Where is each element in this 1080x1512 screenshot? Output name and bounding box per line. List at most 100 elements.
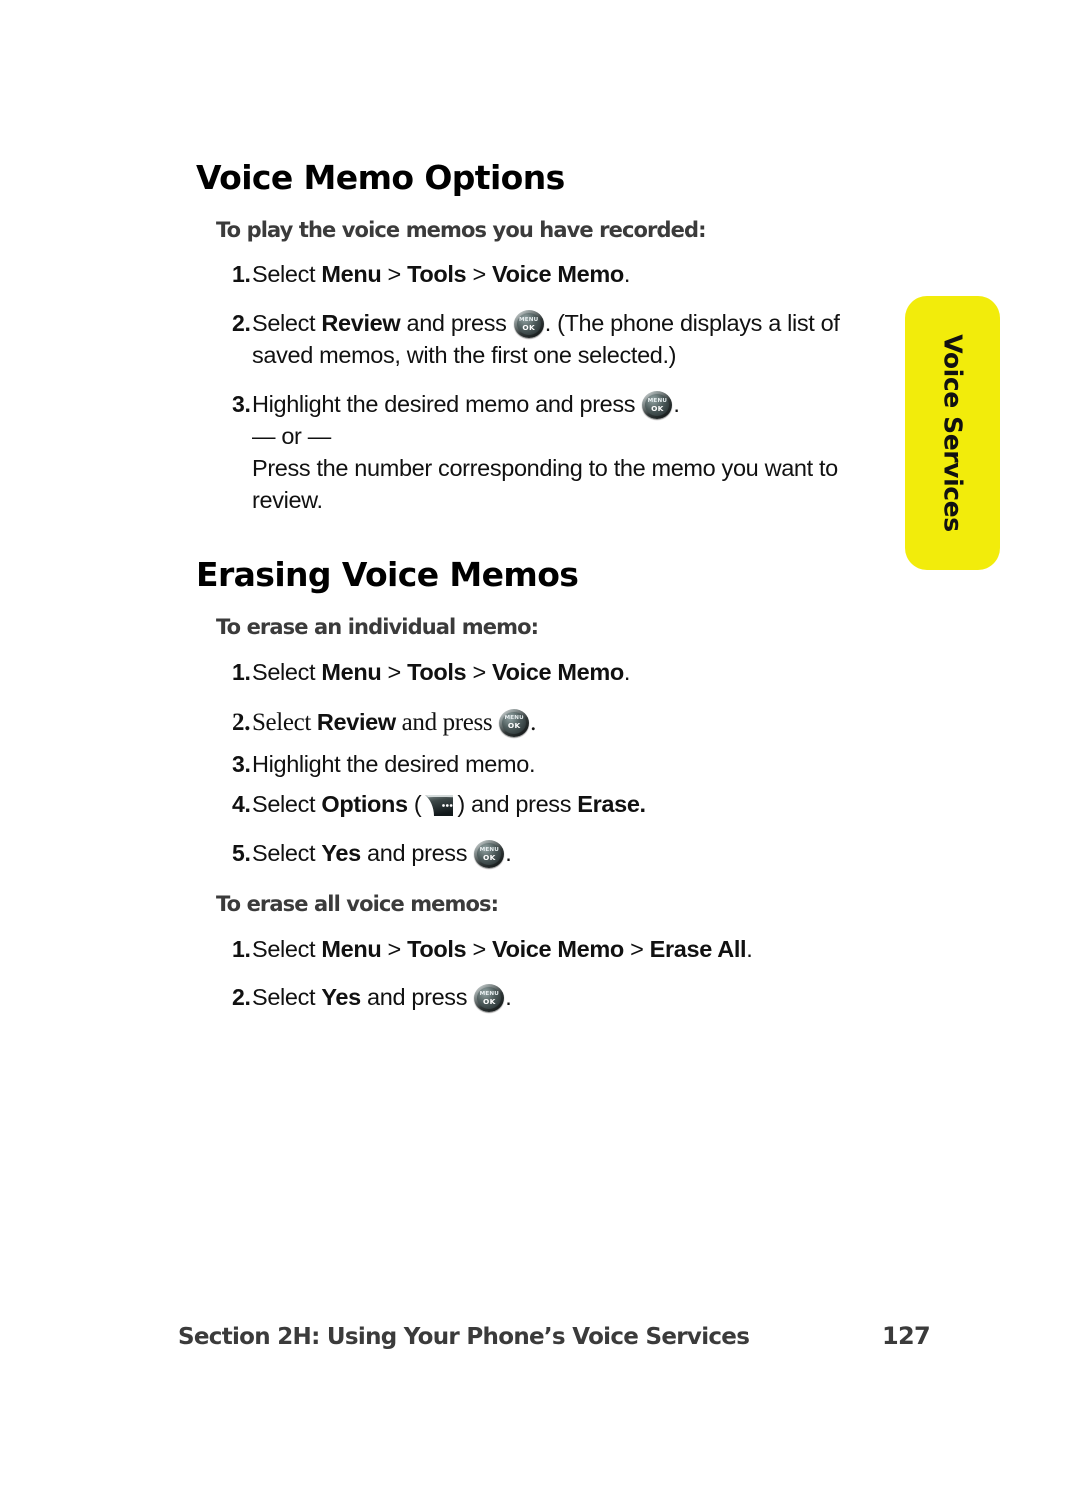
step-text-run: . <box>673 391 680 418</box>
step-text-run: ) and press <box>457 791 578 818</box>
step-text-run: Highlight the desired memo. <box>252 750 536 777</box>
step-text-run: ( <box>407 791 422 818</box>
step-number: 3. <box>232 750 251 777</box>
step-text: Select Yes and press MENU OK. <box>252 984 512 1013</box>
procedure-step-list: 1. Select Menu > Tools > Voice Memo. 2. Sel… <box>196 259 896 517</box>
procedure-step: 2. Select Yes and press MENU OK. <box>196 982 896 1014</box>
procedure-step: 1. Select Menu > Tools > Voice Memo > Era… <box>196 934 896 966</box>
step-text-run: Select <box>252 708 317 736</box>
ui-term: Menu <box>321 261 382 288</box>
menu-ok-key-line2: OK <box>522 322 536 332</box>
step-text-run: and press <box>360 840 474 867</box>
procedure-subheading: To erase an individual memo: <box>216 615 539 640</box>
options-softkey-icon <box>422 793 456 818</box>
step-number: 5. <box>232 840 251 867</box>
ui-term: Menu <box>321 658 382 685</box>
step-text-run: — or — <box>252 423 331 450</box>
ui-term: Options <box>321 791 408 818</box>
procedure-step: 5. Select Yes and press MENU OK. <box>196 838 896 870</box>
step-number: 2. <box>232 984 251 1011</box>
procedure-subheading: To erase all voice memos: <box>216 892 499 917</box>
step-text-run: > <box>466 658 493 685</box>
menu-ok-key-face: MENU OK <box>516 313 541 336</box>
ui-term: Erase. <box>577 791 646 818</box>
procedure-step: 2. Select Review and press MENU OK. (The p… <box>196 308 896 372</box>
step-text-run: . <box>530 708 537 736</box>
ui-term: Yes <box>321 984 361 1011</box>
section-heading: Voice Memo Options <box>196 158 565 197</box>
step-text-run: Select <box>252 658 322 685</box>
step-text: Select Yes and press MENU OK. <box>252 840 512 869</box>
ui-term: Review <box>316 708 396 735</box>
step-text-run: Select <box>252 261 322 288</box>
menu-ok-key-line2: OK <box>482 852 496 862</box>
step-text-run: > <box>381 658 408 685</box>
step-text: Highlight the desired memo and press MEN… <box>252 391 838 513</box>
step-text-run: Select <box>252 791 322 818</box>
procedure-step: 4. Select Options ( ) and press Erase. <box>196 789 896 821</box>
step-number: 3. <box>232 391 251 418</box>
step-text: Select Menu > Tools > Voice Memo. <box>252 261 630 287</box>
ui-term: Voice Memo <box>492 935 624 962</box>
step-text-run: > <box>381 261 408 288</box>
step-text-run: and press <box>395 708 499 736</box>
page-number: 127 <box>882 1322 931 1350</box>
step-text-run: Press the number corresponding to the me… <box>252 455 838 514</box>
step-number: 2. <box>232 310 251 337</box>
procedure-step: 1. Select Menu > Tools > Voice Memo. <box>196 259 896 291</box>
procedure-step-list: 1. Select Menu > Tools > Voice Memo. 2. Sel… <box>196 657 896 871</box>
procedure-step: 3. Highlight the desired memo and press M… <box>196 389 896 517</box>
ui-term: Menu <box>321 935 382 962</box>
menu-ok-key-icon: MENU OK <box>513 310 544 339</box>
step-text-run: . <box>623 658 631 685</box>
step-number: 1. <box>232 261 251 288</box>
step-text-run: . <box>623 261 631 288</box>
step-text: Select Review and press MENU OK. (The pho… <box>252 310 840 368</box>
step-text-run: > <box>466 261 493 288</box>
step-text-run: > <box>623 935 650 962</box>
menu-ok-key-face: MENU OK <box>502 711 527 734</box>
menu-ok-key-icon: MENU OK <box>499 708 530 737</box>
step-text-run: > <box>466 935 493 962</box>
menu-ok-key-icon: MENU OK <box>474 984 505 1013</box>
ui-term: Voice Memo <box>492 658 624 685</box>
step-text-run: Select <box>252 935 322 962</box>
menu-ok-key-line2: OK <box>482 996 496 1006</box>
step-text-run: > <box>381 935 408 962</box>
step-text-run: Select <box>252 310 322 337</box>
step-text: Select Review and press MENU OK. <box>252 708 537 737</box>
step-text: Select Options ( ) and press Erase. <box>252 791 646 817</box>
ui-term: Voice Memo <box>492 261 624 288</box>
procedure-subheading: To play the voice memos you have recorde… <box>216 218 707 243</box>
page-content: Voice Memo Options To play the voice memo… <box>196 158 896 1015</box>
ui-term: Yes <box>321 840 361 867</box>
ui-term: Review <box>321 310 401 337</box>
manual-page: Voice Memo Options To play the voice memo… <box>0 0 1080 1512</box>
step-text-run: Select <box>252 840 322 867</box>
step-number: 4. <box>232 791 251 818</box>
page-footer: Section 2H: Using Your Phone’s Voice Ser… <box>178 1322 931 1350</box>
procedure-step: 1. Select Menu > Tools > Voice Memo. <box>196 657 896 689</box>
step-text: Select Menu > Tools > Voice Memo > Erase… <box>252 935 753 962</box>
menu-ok-key-line2: OK <box>507 720 521 730</box>
menu-ok-key-icon: MENU OK <box>642 391 673 420</box>
step-text: Select Menu > Tools > Voice Memo. <box>252 659 630 685</box>
menu-ok-key-icon: MENU OK <box>474 840 505 869</box>
ui-term: Erase All <box>649 935 747 962</box>
step-text-run: and press <box>400 310 513 337</box>
procedure-step-list: 1. Select Menu > Tools > Voice Memo > Era… <box>196 934 896 1015</box>
step-text-run: . <box>505 984 512 1011</box>
step-text-run: . <box>746 935 753 962</box>
menu-ok-key-line2: OK <box>651 403 664 413</box>
ui-term: Tools <box>407 658 467 685</box>
step-text-run: . <box>505 840 512 867</box>
side-tab-voice-services: Voice Services <box>905 296 1000 570</box>
step-text-run: Select <box>252 984 322 1011</box>
procedure-step: 3. Highlight the desired memo. <box>196 749 896 781</box>
procedure-step: 2. Select Review and press MENU OK. <box>196 706 896 740</box>
step-text: Highlight the desired memo. <box>252 750 536 777</box>
ui-term: Tools <box>407 261 467 288</box>
footer-section-title: Section 2H: Using Your Phone’s Voice Ser… <box>178 1324 750 1350</box>
step-number: 1. <box>232 935 251 962</box>
step-number: 1. <box>232 658 251 685</box>
